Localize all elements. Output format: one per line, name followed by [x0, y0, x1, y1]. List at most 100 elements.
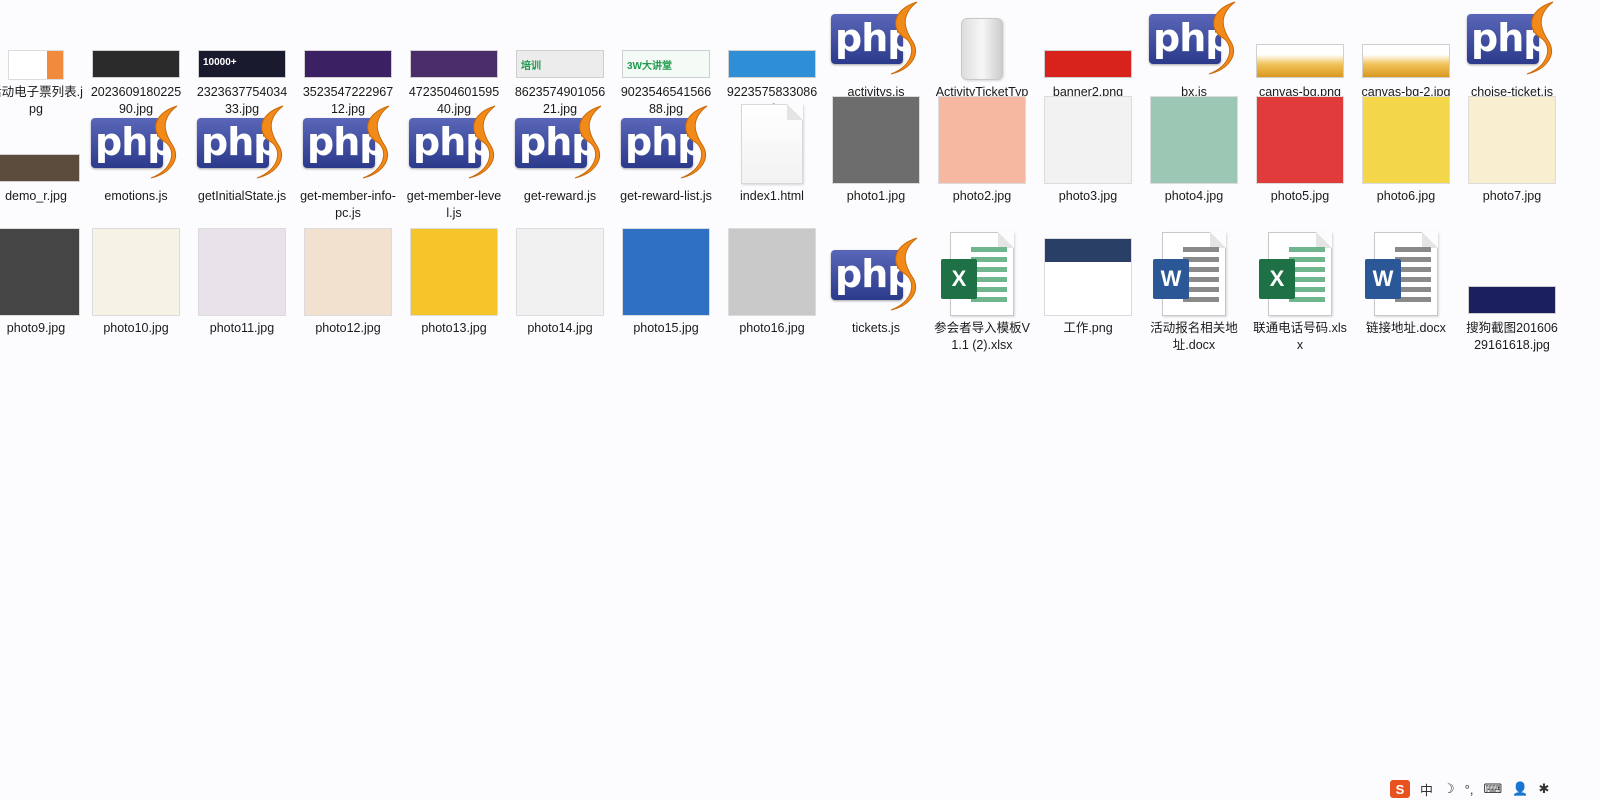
settings-icon[interactable]: ✱ — [1538, 781, 1549, 797]
file-item[interactable]: photo10.jpg — [88, 226, 184, 356]
image-thumbnail — [1044, 238, 1132, 316]
file-name-label: emotions.js — [104, 189, 168, 203]
file-item[interactable]: photo14.jpg — [512, 226, 608, 356]
file-item[interactable]: photo15.jpg — [618, 226, 714, 356]
file-item[interactable]: W 链接地址.docx — [1358, 226, 1454, 356]
image-thumbnail — [938, 96, 1026, 184]
image-thumbnail — [410, 228, 498, 316]
file-thumbnail — [409, 0, 499, 80]
banner-text: 培训 — [521, 61, 541, 72]
file-item[interactable]: demo_r.jpg — [0, 94, 84, 224]
image-thumbnail — [1362, 96, 1450, 184]
file-thumbnail: X — [1255, 226, 1345, 316]
file-thumbnail — [937, 0, 1027, 80]
php-file-icon: php — [1149, 0, 1239, 80]
file-name-label: photo14.jpg — [527, 321, 593, 335]
user-icon[interactable]: 👤 — [1512, 781, 1528, 797]
file-item[interactable]: X 联通电话号码.xlsx — [1252, 226, 1348, 356]
file-item[interactable]: php getInitialState.js — [194, 94, 290, 224]
file-item[interactable]: photo4.jpg — [1146, 94, 1242, 224]
image-thumbnail: 10000+ — [198, 50, 286, 78]
keyboard-icon[interactable]: ⌨ — [1483, 781, 1502, 797]
file-thumbnail — [515, 226, 605, 316]
file-item[interactable]: photo3.jpg — [1040, 94, 1136, 224]
file-item[interactable]: X 参会者导入模板V1.1 (2).xlsx — [934, 226, 1030, 356]
file-item[interactable]: photo7.jpg — [1464, 94, 1560, 224]
banner-text: 3W大讲堂 — [627, 61, 672, 72]
file-item[interactable]: 工作.png — [1040, 226, 1136, 356]
image-thumbnail — [304, 228, 392, 316]
file-name-label: photo1.jpg — [846, 189, 906, 203]
file-thumbnail: 3W大讲堂 — [621, 0, 711, 80]
image-thumbnail — [92, 50, 180, 78]
file-name-label: get-reward-list.js — [620, 189, 712, 203]
file-thumbnail — [91, 226, 181, 316]
file-thumbnail: php — [621, 94, 711, 184]
image-thumbnail — [1256, 96, 1344, 184]
file-name-label: photo9.jpg — [6, 321, 66, 335]
file-thumbnail — [727, 226, 817, 316]
file-name-label: photo12.jpg — [315, 321, 381, 335]
file-thumbnail: X — [937, 226, 1027, 316]
file-thumbnail — [937, 94, 1027, 184]
file-item[interactable]: index1.html — [724, 94, 820, 224]
file-thumbnail — [727, 94, 817, 184]
file-thumbnail: php — [831, 226, 921, 316]
file-thumbnail — [727, 0, 817, 80]
file-name-label: 活动报名相关地址.docx — [1150, 321, 1238, 352]
file-thumbnail — [1043, 94, 1133, 184]
file-thumbnail — [1149, 94, 1239, 184]
file-item[interactable]: php get-reward-list.js — [618, 94, 714, 224]
file-item[interactable]: photo12.jpg — [300, 226, 396, 356]
file-item[interactable]: photo2.jpg — [934, 94, 1030, 224]
file-item[interactable]: photo1.jpg — [828, 94, 924, 224]
file-thumbnail — [409, 226, 499, 316]
file-name-label: 工作.png — [1063, 321, 1113, 335]
file-thumbnail — [1361, 0, 1451, 80]
file-item[interactable]: php tickets.js — [828, 226, 924, 356]
image-thumbnail — [1468, 286, 1556, 314]
file-thumbnail — [303, 0, 393, 80]
file-item[interactable]: php get-member-level.js — [406, 94, 502, 224]
file-name-label: tickets.js — [852, 321, 900, 335]
file-thumbnail — [1255, 94, 1345, 184]
php-file-icon: php — [303, 94, 393, 184]
php-file-icon: php — [1467, 0, 1557, 80]
file-item[interactable]: photo11.jpg — [194, 226, 290, 356]
banner-text: 10000+ — [203, 57, 237, 68]
file-item[interactable]: php get-member-info-pc.js — [300, 94, 396, 224]
file-item[interactable]: photo6.jpg — [1358, 94, 1454, 224]
file-item[interactable]: php get-reward.js — [512, 94, 608, 224]
file-thumbnail — [1361, 94, 1451, 184]
file-name-label: photo5.jpg — [1270, 189, 1330, 203]
file-name-label: photo4.jpg — [1164, 189, 1224, 203]
file-item[interactable]: photo16.jpg — [724, 226, 820, 356]
file-name-label: 联通电话号码.xlsx — [1253, 321, 1347, 352]
file-item[interactable]: photo9.jpg — [0, 226, 84, 356]
file-item[interactable]: photo5.jpg — [1252, 94, 1348, 224]
file-thumbnail — [303, 226, 393, 316]
excel-file-icon: X — [941, 232, 1014, 316]
file-name-label: 链接地址.docx — [1366, 321, 1446, 335]
php-file-icon: php — [831, 0, 921, 80]
file-item[interactable]: 搜狗截图20160629161618.jpg — [1464, 226, 1560, 356]
file-name-label: get-member-info-pc.js — [300, 189, 396, 220]
image-thumbnail — [622, 228, 710, 316]
image-thumbnail — [304, 50, 392, 78]
blank-file-icon — [741, 104, 803, 184]
moon-icon[interactable]: ☽ — [1443, 781, 1455, 797]
image-thumbnail — [8, 50, 64, 80]
file-thumbnail — [1043, 0, 1133, 80]
sogou-ime-icon[interactable]: S — [1390, 780, 1410, 798]
file-item[interactable]: W 活动报名相关地址.docx — [1146, 226, 1242, 356]
punctuation-icon[interactable]: °, — [1465, 782, 1474, 797]
file-name-label: photo11.jpg — [209, 321, 275, 335]
file-name-label: photo6.jpg — [1376, 189, 1436, 203]
php-file-icon: php — [621, 94, 711, 184]
ime-language-indicator[interactable]: 中 — [1420, 780, 1433, 799]
file-name-label: get-member-level.js — [406, 189, 502, 220]
file-item[interactable]: photo13.jpg — [406, 226, 502, 356]
file-thumbnail: php — [409, 94, 499, 184]
file-name-label: 搜狗截图20160629161618.jpg — [1466, 321, 1558, 352]
file-item[interactable]: php emotions.js — [88, 94, 184, 224]
